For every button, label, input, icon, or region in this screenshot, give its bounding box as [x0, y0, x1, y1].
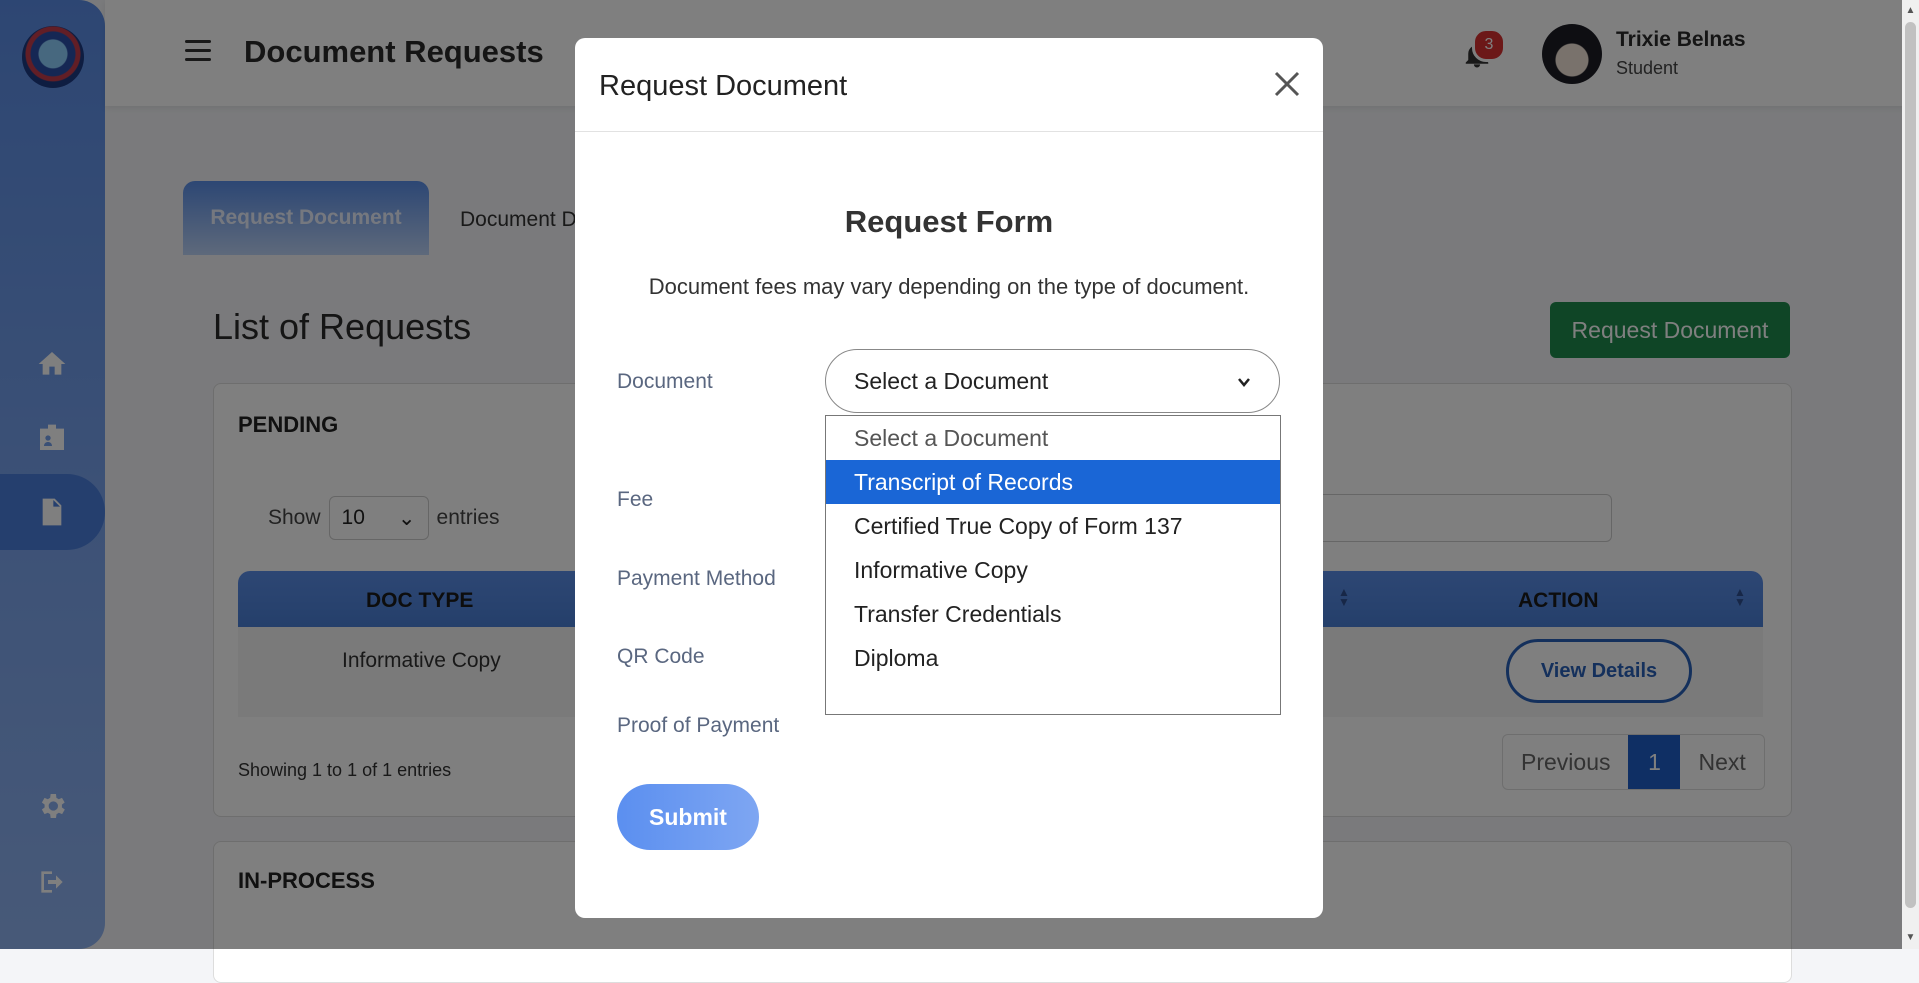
modal-header: Request Document — [575, 38, 1323, 132]
proof-of-payment-label: Proof of Payment — [617, 714, 780, 737]
scroll-up-icon[interactable]: ▲ — [1905, 4, 1916, 18]
page-scrollbar[interactable]: ▲ ▼ — [1902, 0, 1919, 949]
scroll-thumb[interactable] — [1905, 22, 1916, 908]
dropdown-option[interactable]: Transfer Credentials — [826, 592, 1280, 636]
qr-code-label: QR Code — [617, 645, 705, 668]
close-icon[interactable] — [1269, 66, 1305, 102]
document-select-value: Select a Document — [854, 367, 1049, 394]
dropdown-option[interactable]: Select a Document — [826, 416, 1280, 460]
fee-note: Document fees may vary depending on the … — [648, 274, 1250, 299]
modal-title: Request Document — [599, 70, 848, 102]
dropdown-option[interactable]: Transcript of Records — [826, 460, 1280, 504]
fee-label: Fee — [617, 488, 654, 511]
dropdown-option[interactable]: Informative Copy — [826, 548, 1280, 592]
document-dropdown-list: Select a Document Transcript of Records … — [825, 415, 1281, 715]
document-label: Document — [617, 370, 713, 393]
scroll-down-icon[interactable]: ▼ — [1905, 931, 1916, 945]
document-select[interactable]: Select a Document — [825, 349, 1280, 413]
payment-method-label: Payment Method — [617, 567, 776, 590]
form-title: Request Form — [844, 204, 1054, 239]
dropdown-option[interactable]: Certified True Copy of Form 137 — [826, 504, 1280, 548]
dropdown-option[interactable]: Diploma — [826, 636, 1280, 680]
request-document-modal: Request Document Request Form Document f… — [575, 38, 1323, 918]
chevron-down-icon — [1237, 368, 1251, 395]
submit-button[interactable]: Submit — [617, 784, 759, 850]
